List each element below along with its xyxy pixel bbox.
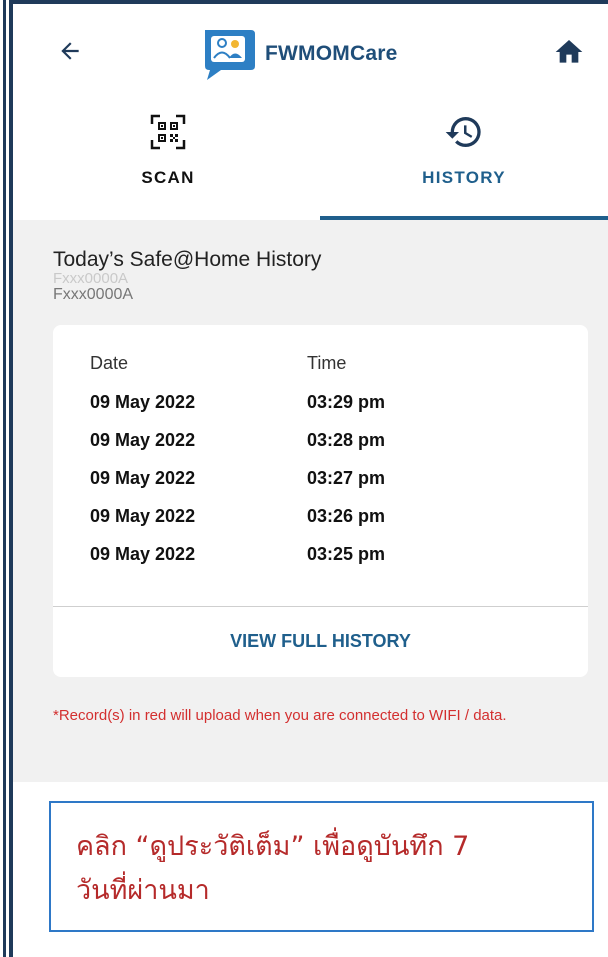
qr-code-icon	[150, 114, 186, 150]
tab-history[interactable]: HISTORY	[320, 100, 608, 220]
card-divider	[53, 606, 588, 607]
column-header-date: Date	[90, 353, 129, 373]
row-time: 03:25 pm	[307, 544, 386, 564]
view-full-history-button[interactable]: VIEW FULL HISTORY	[53, 631, 588, 652]
chat-people-logo-icon	[205, 30, 255, 80]
column-header-time: Time	[307, 353, 347, 373]
callout-line-2: วันที่ผ่านมา	[76, 875, 210, 906]
home-icon	[555, 40, 583, 63]
app-header: FWMOMCare	[13, 4, 608, 96]
row-time: 03:27 pm	[307, 468, 386, 488]
tab-scan[interactable]: SCAN	[53, 100, 283, 220]
history-clock-icon	[445, 117, 481, 148]
app-screen: FWMOMCare SCAN HISTORY Today’s Safe@Home…	[13, 0, 608, 957]
left-frame-border	[0, 0, 13, 957]
callout-text: คลิก “ดูประวัติเต็ม” เพื่อดูบันทึก 7 วัน…	[76, 825, 576, 913]
app-title: FWMOMCare	[265, 42, 398, 65]
row-time: 03:28 pm	[307, 430, 386, 450]
row-date: 09 May 2022	[90, 506, 196, 526]
tab-scan-label: SCAN	[141, 168, 195, 187]
tab-history-label: HISTORY	[422, 168, 506, 187]
row-date: 09 May 2022	[90, 468, 196, 488]
row-time: 03:26 pm	[307, 506, 386, 526]
tab-bar: SCAN HISTORY	[13, 100, 608, 220]
callout-line-1: คลิก “ดูประวัติเต็ม” เพื่อดูบันทึก 7	[76, 831, 470, 862]
ghost-worker-id: Fxxx0000A	[53, 270, 129, 287]
history-card: Date Time 09 May 2022 03:29 pm 09 May 20…	[53, 325, 588, 677]
row-date: 09 May 2022	[90, 392, 196, 412]
row-time: 03:29 pm	[307, 392, 386, 412]
history-panel: Today’s Safe@Home History Fxxx0000A Fxxx…	[13, 220, 608, 782]
upload-note: *Record(s) in red will upload when you a…	[53, 707, 507, 724]
instruction-callout: คลิก “ดูประวัติเต็ม” เพื่อดูบันทึก 7 วัน…	[49, 801, 594, 932]
row-date: 09 May 2022	[90, 544, 196, 564]
row-date: 09 May 2022	[90, 430, 196, 450]
section-title: Today’s Safe@Home History	[53, 248, 322, 271]
app-logo: FWMOMCare	[201, 26, 397, 82]
home-button[interactable]	[553, 36, 585, 68]
arrow-left-icon	[61, 42, 79, 60]
back-button[interactable]	[53, 34, 87, 68]
worker-id: Fxxx0000A	[53, 286, 134, 303]
